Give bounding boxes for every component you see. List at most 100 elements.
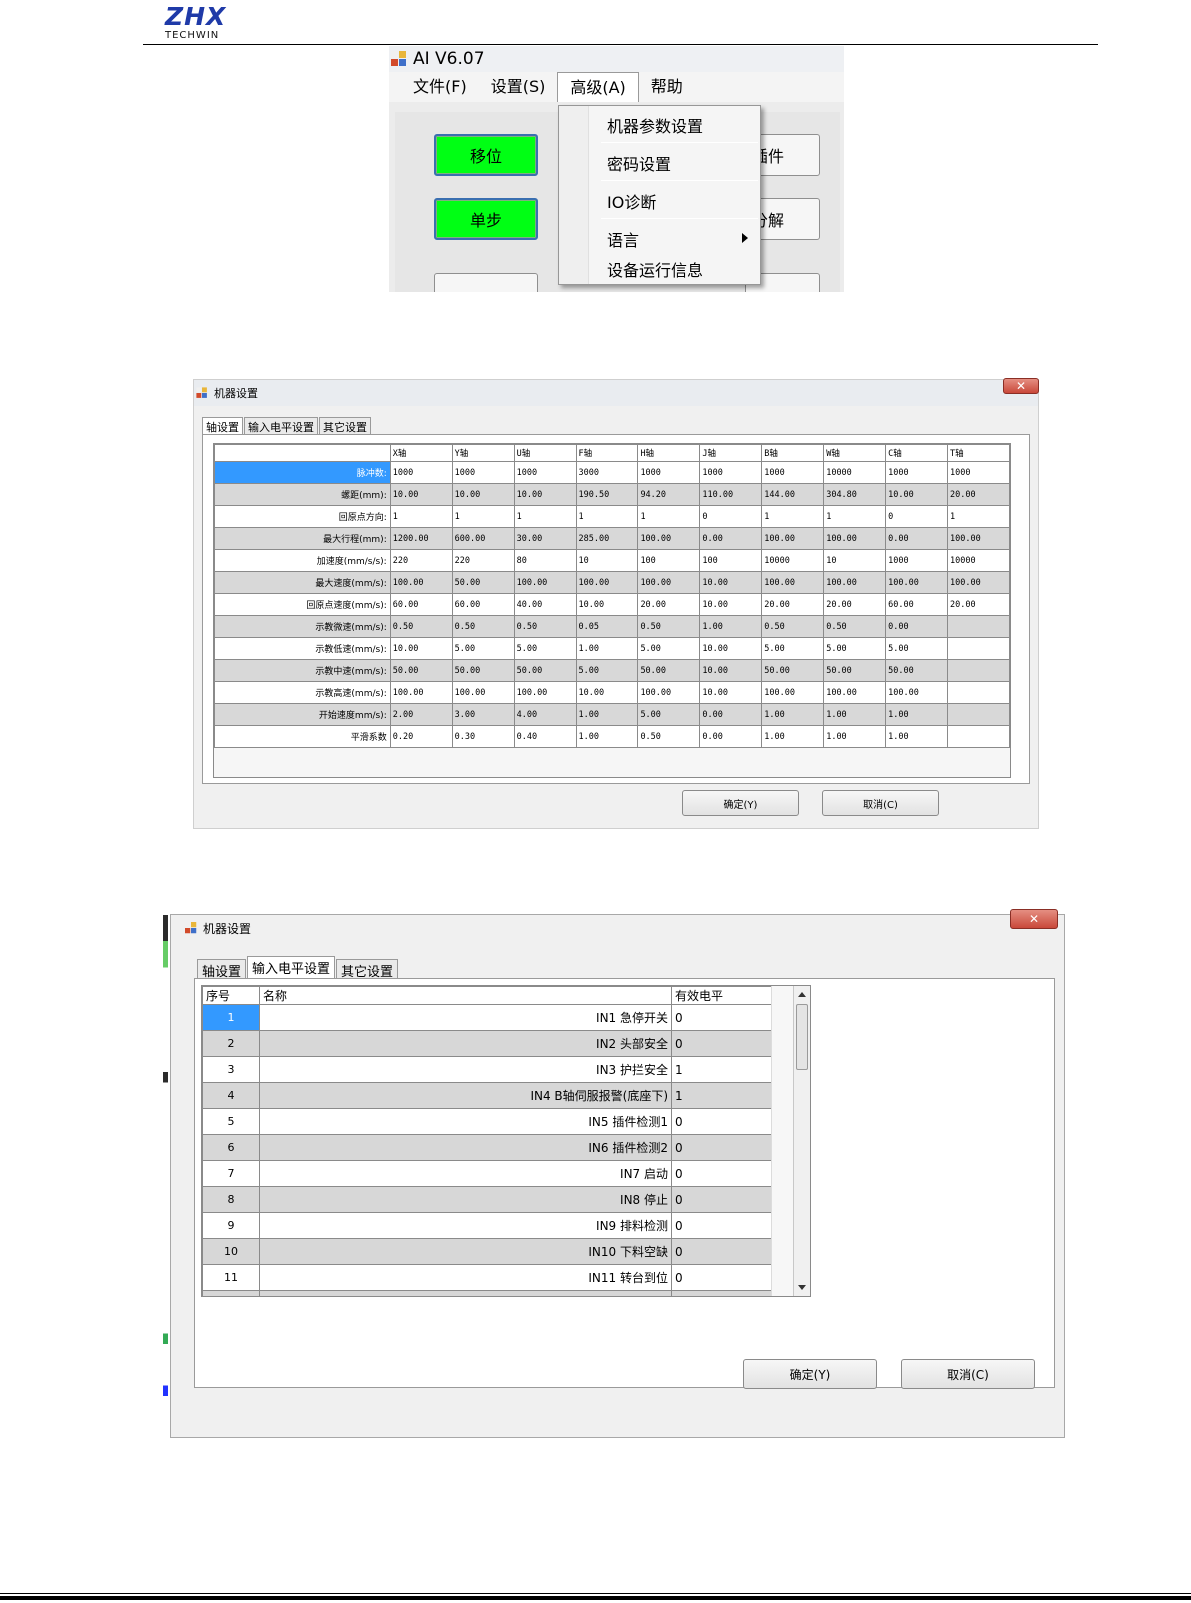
menu-advanced[interactable]: 高级(A): [557, 72, 639, 102]
row-label[interactable]: 示教中速(mm/s):: [214, 659, 391, 682]
axis-value-cell[interactable]: 0.00: [699, 527, 763, 550]
axis-value-cell[interactable]: 1000: [947, 461, 1010, 484]
close-icon[interactable]: ✕: [1010, 909, 1058, 929]
axis-value-cell[interactable]: 1.00: [761, 725, 825, 748]
axis-value-cell[interactable]: 1: [761, 505, 825, 528]
axis-column-header[interactable]: U轴: [513, 444, 577, 462]
row-label[interactable]: 平滑系数: [214, 725, 391, 748]
input-level-cell[interactable]: 0: [671, 1290, 774, 1296]
axis-column-header[interactable]: C轴: [885, 444, 949, 462]
axis-value-cell[interactable]: 304.80: [823, 483, 887, 506]
axis-value-cell[interactable]: 1000: [885, 461, 949, 484]
menu-help[interactable]: 帮助: [639, 72, 695, 102]
menu-item-machine-params[interactable]: 机器参数设置: [607, 113, 703, 137]
axis-value-cell[interactable]: 100.00: [823, 527, 887, 550]
axis-value-cell[interactable]: 0.50: [451, 615, 515, 638]
axis-value-cell[interactable]: 1000: [885, 549, 949, 572]
axis-column-header[interactable]: F轴: [575, 444, 639, 462]
input-level-cell[interactable]: 0: [671, 1238, 774, 1265]
input-name-cell[interactable]: IN4 B轴伺服报警(底座下): [259, 1082, 672, 1109]
input-level-cell[interactable]: 0: [671, 1108, 774, 1135]
axis-value-cell[interactable]: 1000: [637, 461, 701, 484]
row-label[interactable]: 回原点方向:: [214, 505, 391, 528]
axis-value-cell[interactable]: [947, 637, 1010, 660]
input-level-cell[interactable]: 0: [671, 1160, 774, 1187]
axis-value-cell[interactable]: 1: [389, 505, 453, 528]
axis-value-cell[interactable]: 144.00: [761, 483, 825, 506]
axis-value-cell[interactable]: 1: [513, 505, 577, 528]
row-label[interactable]: 回原点速度(mm/s):: [214, 593, 391, 616]
axis-value-cell[interactable]: 100.00: [451, 681, 515, 704]
axis-value-cell[interactable]: 50.00: [451, 659, 515, 682]
axis-value-cell[interactable]: 100.00: [389, 681, 453, 704]
axis-value-cell[interactable]: 100.00: [637, 571, 701, 594]
axis-value-cell[interactable]: 1: [575, 505, 639, 528]
axis-value-cell[interactable]: 100.00: [761, 527, 825, 550]
shift-button[interactable]: 移位: [434, 134, 538, 176]
input-level-cell[interactable]: 0: [671, 1186, 774, 1213]
axis-value-cell[interactable]: 0.05: [575, 615, 639, 638]
axis-value-cell[interactable]: 50.00: [885, 659, 949, 682]
column-header-level[interactable]: 有效电平: [671, 986, 774, 1005]
axis-value-cell[interactable]: 190.50: [575, 483, 639, 506]
axis-column-header[interactable]: Y轴: [451, 444, 515, 462]
axis-value-cell[interactable]: 5.00: [885, 637, 949, 660]
axis-value-cell[interactable]: 30.00: [513, 527, 577, 550]
axis-value-cell[interactable]: 220: [389, 549, 453, 572]
axis-value-cell[interactable]: 10.00: [513, 483, 577, 506]
input-name-cell[interactable]: IN6 插件检测2: [259, 1134, 672, 1161]
axis-value-cell[interactable]: 50.00: [637, 659, 701, 682]
menu-settings[interactable]: 设置(S): [479, 72, 558, 102]
axis-value-cell[interactable]: 50.00: [823, 659, 887, 682]
axis-value-cell[interactable]: [947, 681, 1010, 704]
axis-value-cell[interactable]: 0.00: [885, 527, 949, 550]
input-name-cell[interactable]: IN11 转台到位: [259, 1264, 672, 1291]
axis-value-cell[interactable]: 20.00: [637, 593, 701, 616]
axis-value-cell[interactable]: 0.50: [637, 615, 701, 638]
input-grid-scrollbar[interactable]: [793, 986, 810, 1296]
column-header-name[interactable]: 名称: [259, 986, 672, 1005]
axis-value-cell[interactable]: 5.00: [823, 637, 887, 660]
axis-value-cell[interactable]: 60.00: [451, 593, 515, 616]
axis-value-cell[interactable]: 5.00: [637, 637, 701, 660]
row-label[interactable]: 最大速度(mm/s):: [214, 571, 391, 594]
axis-value-cell[interactable]: 100.00: [637, 681, 701, 704]
axis-value-cell[interactable]: 0.50: [389, 615, 453, 638]
axis-value-cell[interactable]: 94.20: [637, 483, 701, 506]
row-label[interactable]: 开始速度mm/s):: [214, 703, 391, 726]
axis-value-cell[interactable]: 10.00: [885, 483, 949, 506]
axis-column-header[interactable]: W轴: [823, 444, 887, 462]
axis-value-cell[interactable]: 1: [637, 505, 701, 528]
input-name-cell[interactable]: IN7 启动: [259, 1160, 672, 1187]
axis-value-cell[interactable]: 1000: [761, 461, 825, 484]
axis-value-cell[interactable]: 100.00: [823, 681, 887, 704]
axis-value-cell[interactable]: 60.00: [885, 593, 949, 616]
row-label[interactable]: 脉冲数:: [214, 461, 391, 484]
axis-value-cell[interactable]: 1: [823, 505, 887, 528]
axis-value-cell[interactable]: 5.00: [637, 703, 701, 726]
menu-file[interactable]: 文件(F): [401, 72, 479, 102]
input-level-cell[interactable]: 1: [671, 1082, 774, 1109]
axis-value-cell[interactable]: [947, 659, 1010, 682]
input-cancel-button[interactable]: 取消(C): [901, 1359, 1035, 1389]
axis-value-cell[interactable]: 10.00: [389, 637, 453, 660]
input-level-cell[interactable]: 1: [671, 1056, 774, 1083]
input-number-cell[interactable]: 10: [202, 1238, 260, 1265]
axis-value-cell[interactable]: 40.00: [513, 593, 577, 616]
axis-value-cell[interactable]: 10: [575, 549, 639, 572]
input-number-cell[interactable]: 7: [202, 1160, 260, 1187]
axis-value-cell[interactable]: 0.20: [389, 725, 453, 748]
axis-value-cell[interactable]: 3.00: [451, 703, 515, 726]
axis-value-cell[interactable]: 1.00: [575, 703, 639, 726]
axis-value-cell[interactable]: 0.50: [761, 615, 825, 638]
scroll-up-icon[interactable]: [798, 992, 806, 997]
input-name-cell[interactable]: IN3 护拦安全: [259, 1056, 672, 1083]
axis-value-cell[interactable]: 100.00: [637, 527, 701, 550]
axis-value-cell[interactable]: 20.00: [947, 483, 1010, 506]
axis-value-cell[interactable]: 10.00: [699, 681, 763, 704]
axis-column-header[interactable]: T轴: [947, 444, 1010, 462]
close-icon[interactable]: ✕: [1003, 378, 1039, 394]
axis-value-cell[interactable]: 10000: [761, 549, 825, 572]
scroll-thumb[interactable]: [796, 1004, 808, 1070]
row-label[interactable]: 示教低速(mm/s):: [214, 637, 391, 660]
